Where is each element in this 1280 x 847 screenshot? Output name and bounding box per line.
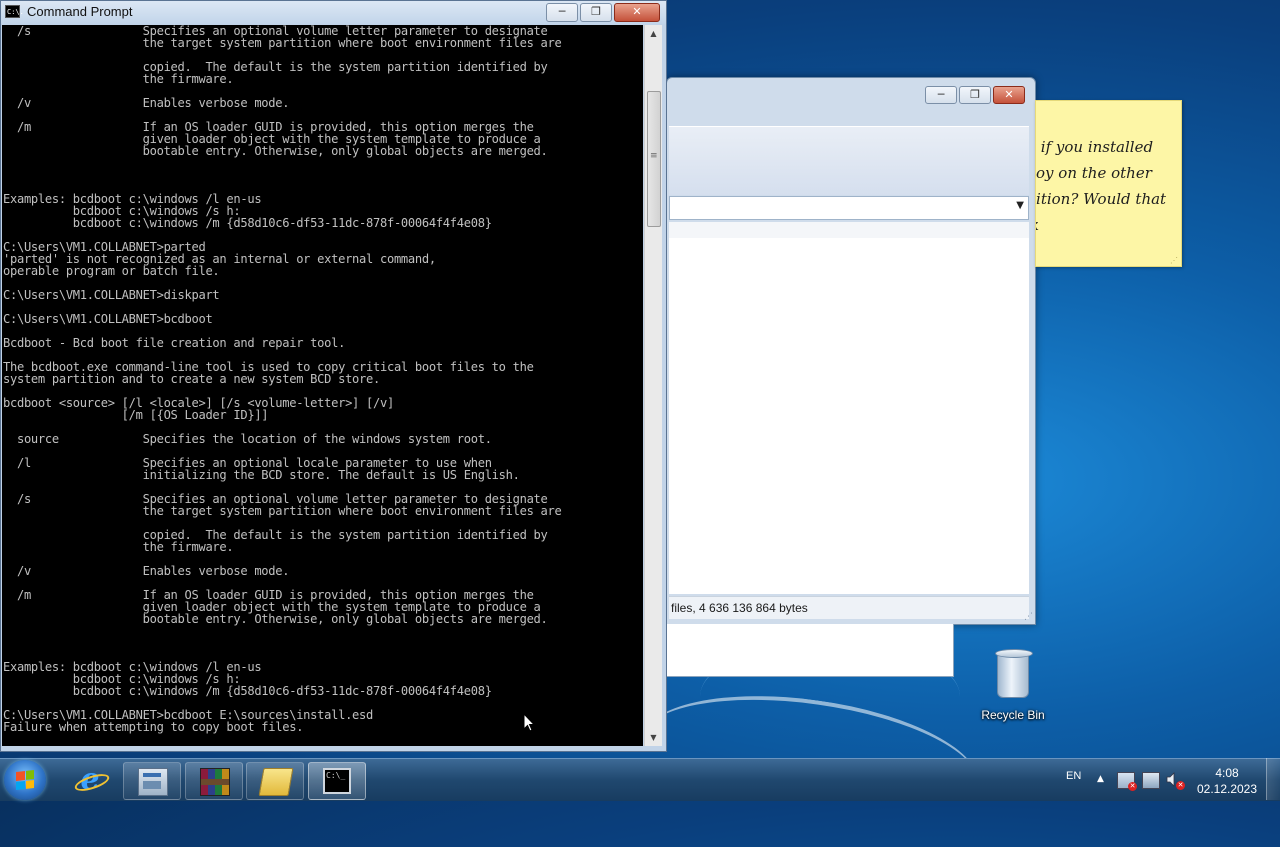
minimize-button[interactable]: ─ xyxy=(925,86,957,104)
chevron-down-icon[interactable]: ▼ xyxy=(1016,200,1024,211)
console-line: bootable entry. Otherwise, only global o… xyxy=(3,612,548,626)
show-desktop-button[interactable] xyxy=(1266,758,1280,800)
console-line: C:\Users\VM1.COLLABNET> xyxy=(3,744,164,746)
recycle-bin-label: Recycle Bin xyxy=(981,708,1045,722)
console-line: bootable entry. Otherwise, only global o… xyxy=(3,144,548,158)
action-center-icon[interactable]: ✕ xyxy=(1117,772,1137,791)
title-bar[interactable]: C:\. Command Prompt ─ ❐ ✕ xyxy=(1,1,666,24)
cmd-icon: C:\_ xyxy=(323,768,351,794)
status-bar: files, 4 636 136 864 bytes xyxy=(669,596,1029,619)
restore-button[interactable]: ❐ xyxy=(580,3,612,22)
network-icon[interactable] xyxy=(1142,772,1160,789)
show-hidden-icons-icon[interactable]: ▲ xyxy=(1097,774,1104,784)
taskbar-winrar[interactable] xyxy=(185,762,243,800)
console-line: the firmware. xyxy=(3,72,234,86)
window-controls: ─ ❐ ✕ xyxy=(925,86,1025,104)
system-clock[interactable]: 4:08 02.12.2023 xyxy=(1190,765,1264,797)
console-line: source Specifies the location of the win… xyxy=(3,432,492,446)
cmd-icon[interactable]: C:\. xyxy=(5,5,24,18)
background-dialog-pane xyxy=(666,624,954,677)
clock-time: 4:08 xyxy=(1215,766,1239,780)
scroll-down-icon[interactable]: ▼ xyxy=(645,729,662,746)
taskbar-command-prompt[interactable]: C:\_ xyxy=(308,762,366,800)
resize-grip-icon[interactable]: ⋰ xyxy=(1170,256,1178,265)
start-button[interactable] xyxy=(4,760,46,800)
explorer-window[interactable]: ─ ❐ ✕ ▼ files, 4 636 136 864 bytes ⋰ xyxy=(666,77,1036,625)
console-line: the target system partition where boot e… xyxy=(3,36,562,50)
console-line: system partition and to create a new sys… xyxy=(3,372,380,386)
explorer-toolbar xyxy=(669,126,1029,195)
close-button[interactable]: ✕ xyxy=(614,3,660,22)
console-line: operable program or batch file. xyxy=(3,264,220,278)
console-line: /v Enables verbose mode. xyxy=(3,96,290,110)
taskbar-internet-explorer[interactable]: e xyxy=(62,762,118,798)
console-line: /v Enables verbose mode. xyxy=(3,564,290,578)
clock-date: 02.12.2023 xyxy=(1196,782,1258,796)
console-line: bcdboot c:\windows /m {d58d10c6-df53-11d… xyxy=(3,216,492,230)
minimize-button[interactable]: ─ xyxy=(546,3,578,22)
scroll-thumb[interactable]: ≡ xyxy=(647,91,661,227)
volume-muted-icon[interactable]: ✕ xyxy=(1166,772,1185,790)
console-line: [/m [{OS Loader ID}]] xyxy=(3,408,269,422)
server-manager-icon xyxy=(138,768,168,796)
column-header xyxy=(669,222,1029,239)
console-line: initializing the BCD store. The default … xyxy=(3,468,520,482)
console-output[interactable]: /s Specifies an optional volume letter p… xyxy=(2,25,643,746)
console-line: bcdboot c:\windows /m {d58d10c6-df53-11d… xyxy=(3,684,492,698)
console-text: /s Specifies an optional volume letter p… xyxy=(2,25,643,746)
file-list[interactable] xyxy=(669,238,1029,594)
console-line: the target system partition where boot e… xyxy=(3,504,562,518)
address-bar[interactable]: ▼ xyxy=(669,196,1029,220)
folder-icon xyxy=(258,768,294,796)
console-line: Bcdboot - Bcd boot file creation and rep… xyxy=(3,336,346,350)
close-button[interactable]: ✕ xyxy=(993,86,1025,104)
language-indicator[interactable]: EN xyxy=(1066,770,1081,782)
sticky-note[interactable]: t if you installed toy on the other titi… xyxy=(1035,100,1182,267)
maximize-button[interactable]: ❐ xyxy=(959,86,991,104)
taskbar-server-manager[interactable] xyxy=(123,762,181,800)
internet-explorer-icon: e xyxy=(76,765,104,795)
taskbar-explorer[interactable] xyxy=(246,762,304,800)
winrar-icon xyxy=(200,768,230,796)
sticky-note-line: toy on the other xyxy=(1035,164,1152,182)
scroll-up-icon[interactable]: ▲ xyxy=(645,25,662,42)
resize-grip-icon[interactable]: ⋰ xyxy=(1024,612,1033,622)
sticky-note-line: tition? Would that xyxy=(1035,190,1167,208)
taskbar: e C:\_ xyxy=(0,758,1280,801)
recycle-bin-shortcut[interactable]: Recycle Bin xyxy=(978,649,1048,722)
window-controls: ─ ❐ ✕ xyxy=(546,3,660,22)
console-line: the firmware. xyxy=(3,540,234,554)
window-title: Command Prompt xyxy=(27,4,133,19)
windows-logo-icon xyxy=(16,770,34,790)
recycle-bin-icon xyxy=(995,649,1033,698)
command-prompt-window[interactable]: C:\. Command Prompt ─ ❐ ✕ /s Specifies a… xyxy=(0,0,667,752)
vertical-scrollbar[interactable]: ▲ ≡ ▼ xyxy=(644,25,662,746)
sticky-note-line: k xyxy=(1036,216,1039,234)
console-line: C:\Users\VM1.COLLABNET>diskpart xyxy=(3,288,220,302)
console-line: C:\Users\VM1.COLLABNET>bcdboot xyxy=(3,312,213,326)
sticky-note-line: t if you installed xyxy=(1035,138,1154,156)
console-line: Failure when attempting to copy boot fil… xyxy=(3,720,304,734)
